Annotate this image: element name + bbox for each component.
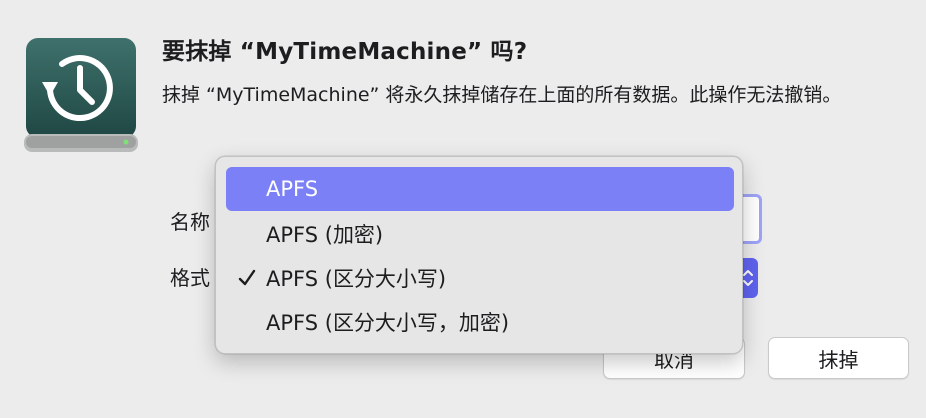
erase-button[interactable]: 抹掉 bbox=[768, 337, 909, 379]
menu-item-apfs[interactable]: APFS bbox=[226, 167, 734, 211]
name-label: 名称 bbox=[170, 210, 210, 234]
menu-item-label: APFS (区分大小写) bbox=[266, 267, 447, 291]
format-dropdown-menu: APFS APFS (加密) APFS (区分大小写) APFS (区分大小写，… bbox=[215, 156, 743, 354]
erase-dialog: 要抹掉 “MyTimeMachine” 吗? 抹掉 “MyTimeMachine… bbox=[0, 0, 926, 418]
time-machine-drive-icon bbox=[24, 38, 138, 152]
chevron-updown-icon bbox=[743, 270, 753, 286]
menu-item-apfs-case-sensitive[interactable]: APFS (区分大小写) bbox=[226, 256, 734, 300]
menu-item-label: APFS (区分大小写，加密) bbox=[266, 311, 510, 335]
dialog-message: 抹掉 “MyTimeMachine” 将永久抹掉储存在上面的所有数据。此操作无法… bbox=[162, 84, 842, 106]
format-label: 格式 bbox=[170, 266, 210, 290]
dialog-title: 要抹掉 “MyTimeMachine” 吗? bbox=[162, 39, 528, 65]
menu-item-label: APFS bbox=[266, 177, 319, 201]
menu-item-apfs-case-sensitive-encrypted[interactable]: APFS (区分大小写，加密) bbox=[226, 300, 734, 344]
menu-item-apfs-encrypted[interactable]: APFS (加密) bbox=[226, 212, 734, 256]
menu-item-label: APFS (加密) bbox=[266, 223, 384, 247]
checkmark-icon bbox=[238, 269, 256, 286]
